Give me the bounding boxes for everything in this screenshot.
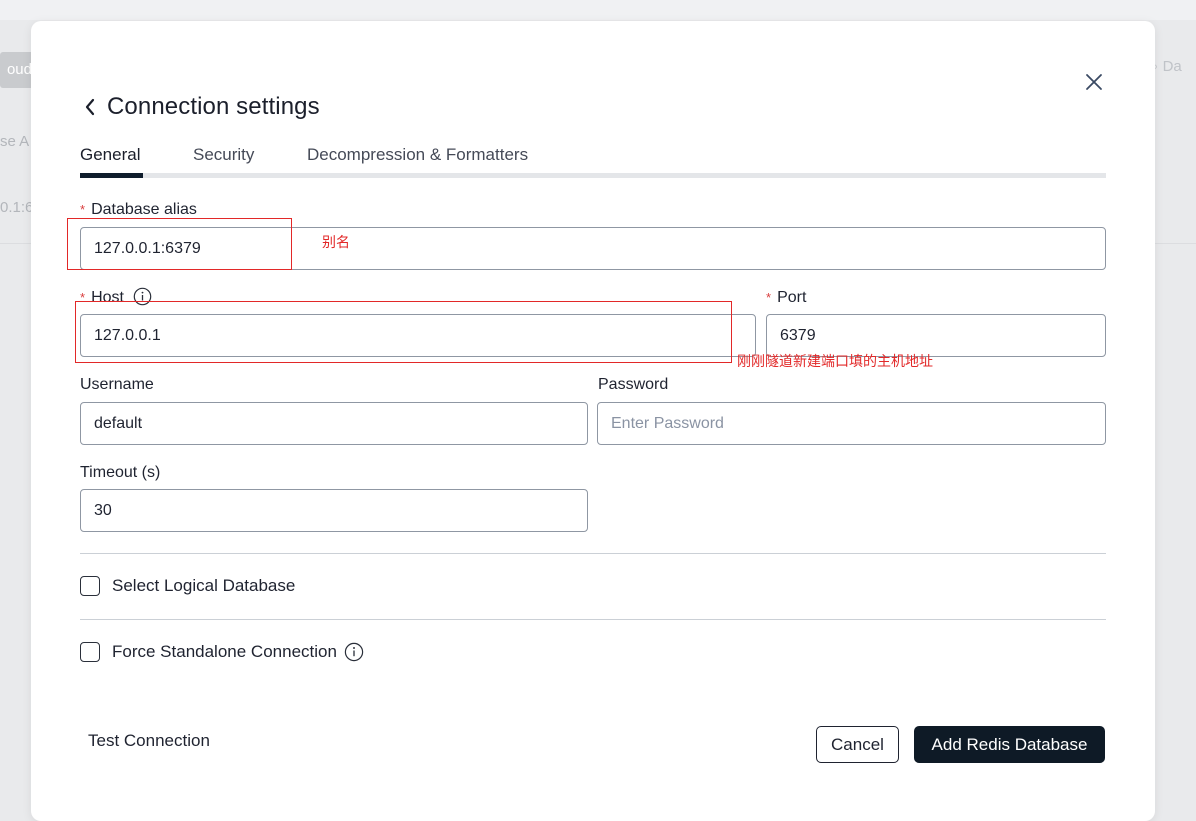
select-logical-database-checkbox[interactable]	[80, 576, 100, 596]
annotation-text-host: 刚刚隧道新建端口填的主机地址	[737, 354, 933, 370]
background-header	[0, 0, 1196, 20]
tab-track	[80, 173, 1106, 178]
select-logical-database-row: Select Logical Database	[80, 576, 295, 596]
username-input[interactable]	[80, 402, 588, 445]
database-alias-label: * Database alias	[80, 201, 197, 219]
section-divider	[80, 553, 1106, 554]
background-text: se A	[0, 133, 30, 150]
close-icon[interactable]	[1081, 69, 1107, 95]
active-tab-indicator	[80, 173, 143, 178]
required-mark: *	[766, 290, 772, 305]
connection-settings-dialog: Connection settings General Security Dec…	[31, 21, 1155, 821]
annotation-box-alias	[67, 218, 292, 270]
force-standalone-label: Force Standalone Connection	[112, 642, 337, 661]
background-search: ⌕ Da	[1150, 58, 1196, 88]
dialog-header: Connection settings	[81, 91, 320, 123]
tab-decompression-formatters[interactable]: Decompression & Formatters	[307, 145, 528, 165]
info-icon[interactable]	[344, 642, 364, 662]
chevron-left-icon[interactable]	[81, 96, 101, 118]
username-label: Username	[80, 376, 154, 393]
force-standalone-row: Force Standalone Connection	[80, 642, 364, 662]
tab-general[interactable]: General	[80, 145, 140, 165]
add-redis-database-button[interactable]: Add Redis Database	[914, 726, 1105, 763]
database-alias-label-text: Database alias	[91, 201, 197, 218]
page-title: Connection settings	[107, 93, 320, 120]
section-divider	[80, 619, 1106, 620]
background-search-text: Da	[1162, 58, 1182, 75]
select-logical-database-label: Select Logical Database	[112, 576, 296, 595]
annotation-box-host	[75, 301, 732, 363]
required-mark: *	[80, 202, 86, 217]
cancel-button[interactable]: Cancel	[816, 726, 899, 763]
port-label-text: Port	[777, 289, 807, 306]
port-label: * Port	[766, 289, 806, 307]
password-label: Password	[598, 376, 669, 393]
timeout-label: Timeout (s)	[80, 464, 161, 481]
timeout-input[interactable]	[80, 489, 588, 532]
password-input[interactable]	[597, 402, 1106, 445]
annotation-text-alias: 别名	[322, 235, 350, 251]
tab-security[interactable]: Security	[193, 145, 254, 165]
test-connection-button[interactable]: Test Connection	[88, 731, 210, 751]
tab-bar: General Security Decompression & Formatt…	[80, 145, 1106, 178]
background-text: 0.1:6	[0, 199, 34, 216]
force-standalone-checkbox[interactable]	[80, 642, 100, 662]
